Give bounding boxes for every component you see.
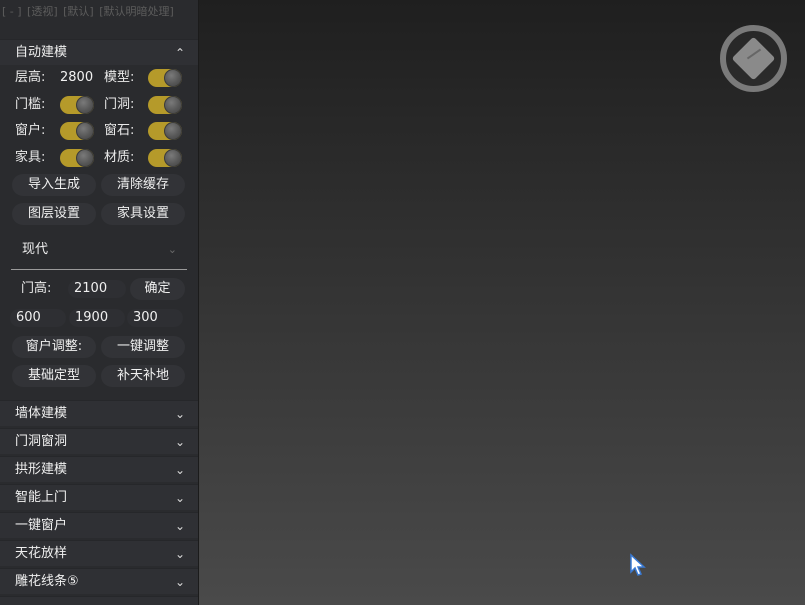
section-arch-model-header[interactable]: 拱形建模 ⌄	[0, 456, 198, 482]
section-ceiling-loft-title: 天花放样	[15, 546, 68, 561]
section-one-click-window-title: 一键窗户	[15, 518, 68, 533]
viewcube-face[interactable]	[731, 36, 776, 81]
floor-height-input[interactable]: 2800	[60, 69, 93, 87]
section-door-window-hole-title: 门洞窗洞	[15, 434, 68, 449]
window-toggle[interactable]	[60, 122, 94, 140]
import-generate-button[interactable]: 导入生成	[12, 174, 96, 196]
chevron-down-icon: ⌄	[174, 575, 185, 589]
model-toggle[interactable]	[148, 69, 182, 87]
viewport-label-view[interactable]: [透视]	[27, 5, 58, 18]
style-select[interactable]: 现代 ⌄	[11, 238, 187, 262]
material-label: 材质:	[104, 150, 135, 165]
section-arch-model-title: 拱形建模	[15, 462, 68, 477]
style-select-value: 现代	[22, 242, 49, 257]
patch-ceiling-floor-button[interactable]: 补天补地	[101, 365, 185, 387]
divider	[11, 269, 187, 270]
chevron-down-icon: ⌄	[174, 407, 185, 421]
mouse-cursor-icon	[630, 553, 646, 576]
section-wall-model-title: 墙体建模	[15, 406, 68, 421]
base-shape-button[interactable]: 基础定型	[12, 365, 96, 387]
clear-cache-button[interactable]: 清除缓存	[101, 174, 185, 196]
furniture-settings-button[interactable]: 家具设置	[101, 203, 185, 225]
section-ceiling-loft-header[interactable]: 天花放样 ⌄	[0, 540, 198, 566]
section-carved-molding-header[interactable]: 雕花线条⑤ ⌄	[0, 568, 198, 594]
door-sill-label: 门槛:	[15, 97, 46, 112]
chevron-down-icon: ⌄	[174, 519, 185, 533]
dimension-input-a[interactable]: 600	[10, 309, 66, 327]
dimension-input-b[interactable]: 1900	[69, 309, 125, 327]
window-label: 窗户:	[15, 123, 46, 138]
section-smart-door-title: 智能上门	[15, 490, 68, 505]
chevron-down-icon: ⌄	[167, 243, 177, 256]
section-next-header[interactable]	[0, 596, 198, 605]
chevron-down-icon: ⌄	[174, 435, 185, 449]
window-adjust-label: 窗户调整:	[12, 336, 96, 358]
dimension-input-c[interactable]: 300	[127, 309, 183, 327]
section-auto-model-title: 自动建模	[15, 45, 68, 60]
window-stone-label: 窗石:	[104, 123, 135, 138]
chevron-down-icon: ⌄	[174, 547, 185, 561]
door-height-label: 门高:	[21, 281, 52, 296]
chevron-down-icon: ⌄	[174, 463, 185, 477]
door-hole-toggle[interactable]	[148, 96, 182, 114]
section-door-window-hole-header[interactable]: 门洞窗洞 ⌄	[0, 428, 198, 454]
section-wall-model-header[interactable]: 墙体建模 ⌄	[0, 400, 198, 426]
door-hole-label: 门洞:	[104, 97, 135, 112]
auto-model-panel: [ - ] [透视] [默认] [默认明暗处理] 自动建模 ⌃ 层高: 2800…	[0, 0, 199, 605]
floor-height-label: 层高:	[15, 70, 46, 85]
section-one-click-window-header[interactable]: 一键窗户 ⌄	[0, 512, 198, 538]
one-click-adjust-button[interactable]: 一键调整	[101, 336, 185, 358]
chevron-up-icon: ⌃	[174, 46, 185, 60]
viewport-label-shading[interactable]: [默认明暗处理]	[99, 5, 174, 18]
door-sill-toggle[interactable]	[60, 96, 94, 114]
layer-settings-button[interactable]: 图层设置	[12, 203, 96, 225]
viewport-labels[interactable]: [ - ] [透视] [默认] [默认明暗处理]	[2, 3, 198, 19]
window-stone-toggle[interactable]	[148, 122, 182, 140]
viewcube-icon[interactable]	[720, 25, 787, 92]
material-toggle[interactable]	[148, 149, 182, 167]
model-label: 模型:	[104, 70, 135, 85]
viewport-label-camera[interactable]: [默认]	[63, 5, 94, 18]
section-smart-door-header[interactable]: 智能上门 ⌄	[0, 484, 198, 510]
confirm-button[interactable]: 确定	[130, 278, 185, 300]
chevron-down-icon: ⌄	[174, 491, 185, 505]
furniture-label: 家具:	[15, 150, 46, 165]
door-height-input[interactable]: 2100	[68, 280, 126, 298]
section-carved-molding-title: 雕花线条⑤	[15, 574, 79, 589]
section-auto-model-header[interactable]: 自动建模 ⌃	[0, 39, 198, 65]
furniture-toggle[interactable]	[60, 149, 94, 167]
viewport-label-menu[interactable]: [ - ]	[2, 5, 22, 18]
